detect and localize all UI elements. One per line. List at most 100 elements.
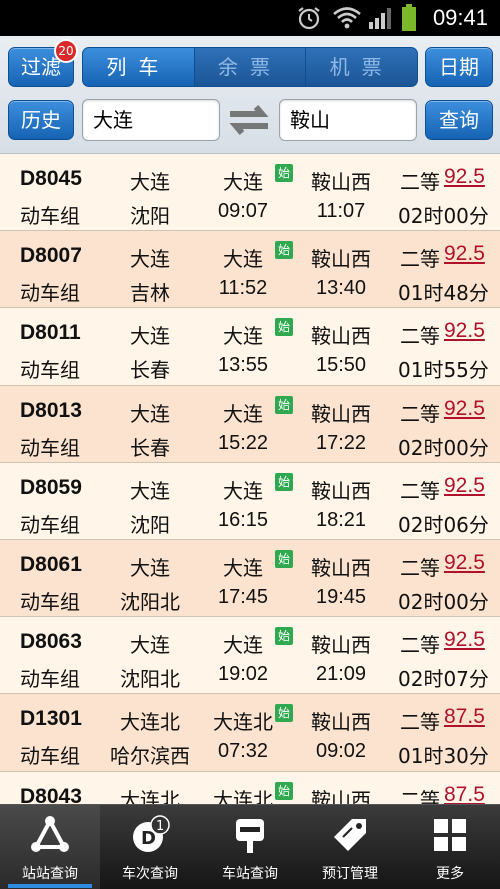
origin-station: 大连 xyxy=(130,633,170,658)
history-button[interactable]: 历史 xyxy=(8,100,74,140)
departure-time: 17:45 xyxy=(217,585,269,608)
ticket-price[interactable]: 92.5 xyxy=(444,551,485,575)
train-row[interactable]: D8059 动车组 大连 沈阳 大连 16:15 鞍山西 18:21 二等 92.5 02时06分 始 xyxy=(0,462,500,540)
alight-station: 鞍山西 xyxy=(311,401,371,426)
origin-start-badge: 始 xyxy=(275,781,293,800)
tab-remaining-tickets[interactable]: 余票 xyxy=(193,48,306,86)
board-station: 大连 xyxy=(223,633,263,658)
travel-duration: 02时00分 xyxy=(398,589,489,614)
train-type: 动车组 xyxy=(20,204,80,228)
ticket-price[interactable]: 87.5 xyxy=(444,783,485,805)
wifi-icon xyxy=(333,7,361,29)
query-button[interactable]: 查询 xyxy=(425,100,493,140)
travel-duration: 01时55分 xyxy=(398,358,489,383)
origin-station: 大连 xyxy=(130,555,170,580)
ticket-price[interactable]: 92.5 xyxy=(444,397,485,421)
travel-duration: 02时00分 xyxy=(398,435,489,460)
train-type: 动车组 xyxy=(20,435,80,460)
origin-start-badge: 始 xyxy=(275,164,293,182)
train-number: D8043 xyxy=(20,784,82,805)
alight-station: 鞍山西 xyxy=(311,710,371,735)
terminal-station: 沈阳 xyxy=(130,512,170,537)
terminal-station: 沈阳北 xyxy=(120,667,180,692)
nav-station-to-station[interactable]: 站站查询 xyxy=(0,805,100,889)
travel-duration: 02时00分 xyxy=(398,204,489,228)
travel-duration: 01时30分 xyxy=(398,744,489,769)
arrival-time: 13:40 xyxy=(315,277,367,300)
ticket-price[interactable]: 92.5 xyxy=(444,474,485,498)
train-row[interactable]: D8045 动车组 大连 沈阳 大连 09:07 鞍山西 11:07 二等 92.5 02时00分 始 xyxy=(0,154,500,232)
train-number-icon: D 1 xyxy=(133,815,170,852)
mode-segmented-control: 列车 余票 机票 xyxy=(82,47,418,87)
board-station: 大连 xyxy=(223,478,263,503)
origin-station: 大连 xyxy=(130,401,170,426)
train-number: D8011 xyxy=(20,321,81,345)
train-number: D8059 xyxy=(20,475,82,499)
train-row[interactable]: D1301 动车组 大连北 哈尔滨西 大连北 07:32 鞍山西 09:02 二等 87.5 01时… xyxy=(0,694,500,772)
seat-class: 二等 xyxy=(400,324,440,349)
terminal-station: 长春 xyxy=(130,358,170,383)
terminal-station: 哈尔滨西 xyxy=(110,744,190,769)
terminal-station: 长春 xyxy=(130,435,170,460)
tab-flights[interactable]: 机票 xyxy=(305,48,417,86)
alight-station: 鞍山西 xyxy=(311,247,371,272)
ticket-price[interactable]: 92.5 xyxy=(444,628,485,652)
origin-start-badge: 始 xyxy=(275,472,293,491)
alarm-icon xyxy=(298,7,320,30)
terminal-station: 沈阳北 xyxy=(120,589,180,614)
swap-stations-icon[interactable] xyxy=(226,102,272,138)
train-row[interactable]: D8043 大连北 大连北 鞍山西 二等 87.5 始 xyxy=(0,771,500,805)
board-station: 大连 xyxy=(223,324,263,349)
nav-station-query[interactable]: 车站查询 xyxy=(200,805,300,889)
ticket-price[interactable]: 87.5 xyxy=(444,705,485,729)
nav-train-number[interactable]: D 1 车次查询 xyxy=(100,805,200,889)
train-row[interactable]: D8063 动车组 大连 沈阳北 大连 19:02 鞍山西 21:09 二等 92.5 02时07分… xyxy=(0,617,500,695)
board-station: 大连 xyxy=(223,401,263,426)
nav-more[interactable]: 更多 xyxy=(400,805,500,889)
alight-station: 鞍山西 xyxy=(311,478,371,503)
ticket-price[interactable]: 92.5 xyxy=(444,319,485,343)
train-row[interactable]: D8061 动车组 大连 沈阳北 大连 17:45 鞍山西 19:45 二等 92.5 02时00分… xyxy=(0,539,500,618)
train-number: D8061 xyxy=(20,552,82,576)
tab-train[interactable]: 列车 xyxy=(83,48,194,86)
departure-time: 13:55 xyxy=(217,354,269,377)
nav-label: 更多 xyxy=(436,866,464,882)
origin-start-badge: 始 xyxy=(275,627,293,646)
station-sign-icon xyxy=(236,819,264,853)
train-type: 动车组 xyxy=(20,358,80,383)
clock: 09:41 xyxy=(432,5,488,30)
origin-start-badge: 始 xyxy=(275,318,293,337)
svg-text:1: 1 xyxy=(156,819,164,834)
bottom-nav: 站站查询 D 1 车次查询 车站查询 预订管理 更多 xyxy=(0,804,500,889)
filter-label: 过滤 xyxy=(21,55,61,79)
train-row[interactable]: D8013 动车组 大连 长春 大连 15:22 鞍山西 17:22 二等 92.5 02时00分 始 xyxy=(0,385,500,463)
to-station-input[interactable]: 鞍山 xyxy=(279,99,417,141)
origin-station: 大连 xyxy=(130,478,170,503)
seat-class: 二等 xyxy=(400,787,440,805)
travel-duration: 01时48分 xyxy=(398,281,489,306)
from-station-input[interactable]: 大连 xyxy=(82,99,220,141)
board-station: 大连北 xyxy=(213,787,273,805)
date-button[interactable]: 日期 xyxy=(425,47,493,87)
ticket-price[interactable]: 92.5 xyxy=(444,165,485,189)
train-row[interactable]: D8011 动车组 大连 长春 大连 13:55 鞍山西 15:50 二等 92.5 01时55分 始 xyxy=(0,308,500,386)
train-type: 动车组 xyxy=(20,281,80,306)
origin-start-badge: 始 xyxy=(275,395,293,414)
arrival-time: 11:07 xyxy=(316,200,366,222)
seat-class: 二等 xyxy=(400,555,440,580)
filter-count-badge: 20 xyxy=(54,39,78,63)
ticket-price[interactable]: 92.5 xyxy=(444,242,485,266)
train-number: D8063 xyxy=(20,630,82,654)
train-number: D8013 xyxy=(20,398,82,422)
train-row[interactable]: D8007 动车组 大连 吉林 大连 11:52 鞍山西 13:40 二等 92.5 01时48分 始 xyxy=(0,231,500,309)
departure-time: 09:07 xyxy=(217,200,269,222)
origin-start-badge: 始 xyxy=(275,704,293,723)
seat-class: 二等 xyxy=(400,478,440,503)
signal-icon xyxy=(369,8,391,29)
nav-booking-management[interactable]: 预订管理 xyxy=(300,805,400,889)
board-station: 大连 xyxy=(223,555,263,580)
filter-button[interactable]: 过滤 20 xyxy=(8,39,78,87)
nav-label: 车站查询 xyxy=(222,866,278,882)
origin-station: 大连 xyxy=(130,324,170,349)
alight-station: 鞍山西 xyxy=(311,787,371,805)
